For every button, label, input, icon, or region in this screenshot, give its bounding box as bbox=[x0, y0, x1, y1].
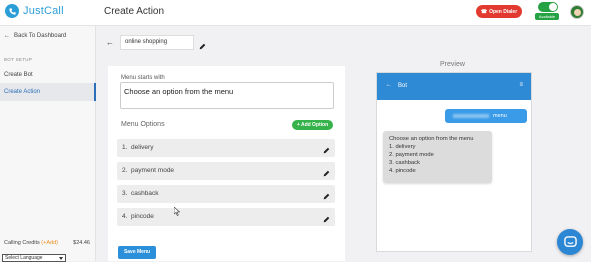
open-dialer-label: Open Dialer bbox=[489, 8, 518, 15]
menu-option-row[interactable]: 3. cashback bbox=[117, 185, 335, 203]
open-dialer-button[interactable]: ☎ Open Dialer bbox=[476, 5, 522, 18]
availability-toggle[interactable] bbox=[538, 2, 558, 12]
mouse-cursor-icon bbox=[173, 203, 181, 221]
add-option-button[interactable]: + Add Option bbox=[292, 120, 333, 130]
bot-message-bubble: Choose an option from the menu 1. delive… bbox=[383, 131, 492, 183]
menu-option-row[interactable]: 2. payment mode bbox=[117, 162, 335, 180]
back-to-dashboard-link[interactable]: ← Back To Dashboard bbox=[4, 33, 66, 39]
bot-message-line: 1. delivery bbox=[389, 144, 416, 150]
credits-label: Calling Credits bbox=[4, 240, 40, 246]
arrow-left-icon[interactable]: ← bbox=[386, 82, 392, 88]
chat-header: ← Bot ≡ bbox=[377, 73, 531, 100]
pencil-icon[interactable] bbox=[323, 144, 330, 162]
bot-name: Bot bbox=[398, 83, 408, 89]
sidebar-item-create-bot[interactable]: Create Bot bbox=[0, 66, 96, 84]
menu-option-row[interactable]: 4. pincode bbox=[117, 208, 335, 226]
back-link-label: Back To Dashboard bbox=[14, 33, 67, 39]
sidebar-item-create-action[interactable]: Create Action bbox=[0, 83, 96, 101]
chat-preview: ← Bot ≡ menu Choose an option from the m… bbox=[376, 72, 532, 252]
bot-message-line: Choose an option from the menu bbox=[389, 136, 474, 142]
hamburger-menu-icon[interactable]: ≡ bbox=[519, 82, 523, 88]
add-credits-link[interactable]: (+Add) bbox=[41, 240, 58, 246]
bot-message-line: 4. pincode bbox=[389, 168, 416, 174]
option-label: delivery bbox=[131, 144, 154, 151]
calling-credits: Calling Credits (+Add) $24.46 bbox=[4, 240, 90, 246]
bot-message-line: 3. cashback bbox=[389, 160, 420, 166]
phone-icon: ☎ bbox=[480, 8, 488, 15]
menu-option-row[interactable]: 1. delivery bbox=[117, 139, 335, 157]
avatar[interactable] bbox=[570, 5, 584, 19]
pencil-icon[interactable] bbox=[199, 37, 206, 55]
user-message-bubble: menu bbox=[445, 109, 527, 123]
chat-support-button[interactable] bbox=[557, 229, 583, 255]
sidebar: ← Back To Dashboard BOT SETUP Create Bot… bbox=[0, 26, 96, 261]
menu-options-title: Menu Options bbox=[121, 121, 165, 128]
page-title: Create Action bbox=[104, 6, 165, 17]
blurred-text bbox=[453, 113, 489, 118]
credits-amount: $24.46 bbox=[73, 240, 90, 246]
brand-name: JustCall bbox=[23, 5, 64, 17]
option-label: payment mode bbox=[131, 167, 175, 174]
phone-logo-icon bbox=[5, 4, 19, 18]
action-name-input[interactable]: online shopping bbox=[120, 35, 194, 50]
save-menu-button[interactable]: Save Menu bbox=[118, 246, 156, 259]
chat-bubble-icon bbox=[563, 235, 577, 247]
option-index: 4. bbox=[122, 213, 128, 220]
menu-starts-input[interactable]: Choose an option from the menu bbox=[120, 82, 334, 109]
top-bar: JustCall Create Action ☎ Open Dialer Ava… bbox=[0, 0, 591, 26]
section-label: BOT SETUP bbox=[4, 57, 33, 62]
option-index: 2. bbox=[122, 167, 128, 174]
menu-starts-label: Menu starts with bbox=[121, 75, 165, 81]
option-label: cashback bbox=[131, 190, 159, 197]
preview-title: Preview bbox=[440, 61, 465, 68]
pencil-icon[interactable] bbox=[323, 167, 330, 185]
toggle-knob bbox=[549, 3, 557, 11]
user-message-text: menu bbox=[493, 113, 507, 119]
menu-editor-card: Menu starts with Choose an option from t… bbox=[108, 66, 345, 261]
bot-message-line: 2. payment mode bbox=[389, 152, 434, 158]
option-index: 1. bbox=[122, 144, 128, 151]
availability-badge: Available bbox=[535, 13, 559, 20]
avatar-face bbox=[574, 9, 581, 16]
pencil-icon[interactable] bbox=[323, 213, 330, 231]
back-arrow-icon[interactable]: ← bbox=[106, 38, 114, 47]
option-index: 3. bbox=[122, 190, 128, 197]
pencil-icon[interactable] bbox=[323, 190, 330, 208]
arrow-left-icon: ← bbox=[4, 33, 10, 39]
option-label: pincode bbox=[131, 213, 154, 220]
brand-logo[interactable]: JustCall bbox=[5, 4, 64, 18]
